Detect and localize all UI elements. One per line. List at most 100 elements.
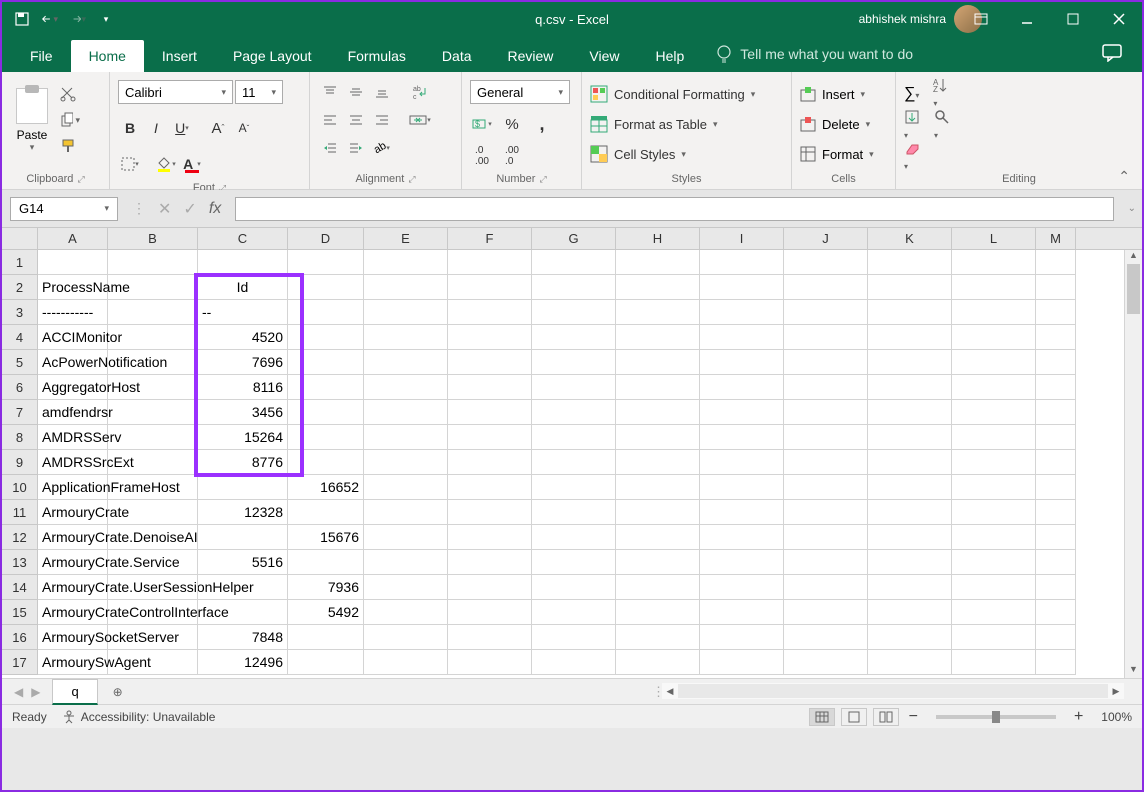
percent-format-icon[interactable]: % — [500, 112, 524, 136]
cell[interactable] — [364, 450, 448, 475]
spreadsheet-grid[interactable]: ABCDEFGHIJKLM 12ProcessNameId3----------… — [2, 228, 1142, 678]
cell[interactable] — [616, 400, 700, 425]
cell[interactable] — [616, 475, 700, 500]
prev-sheet-icon[interactable]: ◀ — [14, 685, 23, 699]
cell[interactable] — [448, 425, 532, 450]
tab-help[interactable]: Help — [638, 40, 703, 72]
autosum-icon[interactable]: ∑▾ — [904, 85, 919, 103]
scroll-up-icon[interactable]: ▲ — [1125, 250, 1142, 264]
row-header[interactable]: 10 — [2, 475, 38, 500]
cell[interactable] — [108, 575, 198, 600]
cell[interactable] — [616, 525, 700, 550]
bold-button[interactable]: B — [118, 116, 142, 140]
cell[interactable]: ArmouryCrate.UserSessionHelper — [38, 575, 108, 600]
align-right-icon[interactable] — [370, 108, 394, 132]
cell[interactable] — [108, 400, 198, 425]
row-header[interactable]: 7 — [2, 400, 38, 425]
cell[interactable]: -- — [198, 300, 288, 325]
horizontal-scrollbar[interactable]: ◀ ▶ — [662, 683, 1124, 699]
redo-icon[interactable]: ▾ — [70, 11, 86, 27]
decrease-indent-icon[interactable] — [318, 136, 342, 160]
cell[interactable] — [868, 425, 952, 450]
cell[interactable] — [108, 350, 198, 375]
cell[interactable] — [108, 550, 198, 575]
borders-icon[interactable]: ▾ — [118, 152, 142, 176]
column-header[interactable]: A — [38, 228, 108, 249]
enter-icon[interactable]: ✓ — [183, 199, 196, 219]
cell[interactable] — [108, 625, 198, 650]
cell[interactable] — [1036, 275, 1076, 300]
cell[interactable] — [532, 625, 616, 650]
increase-indent-icon[interactable] — [344, 136, 368, 160]
cell[interactable] — [288, 325, 364, 350]
maximize-icon[interactable] — [1050, 2, 1096, 36]
fill-color-icon[interactable]: ▾ — [154, 152, 178, 176]
cell[interactable]: 3456 — [198, 400, 288, 425]
close-icon[interactable] — [1096, 2, 1142, 36]
cell[interactable] — [784, 425, 868, 450]
ribbon-display-icon[interactable] — [958, 2, 1004, 36]
number-format-selector[interactable]: General▾ — [470, 80, 570, 104]
cell[interactable] — [952, 550, 1036, 575]
cell[interactable]: 7848 — [198, 625, 288, 650]
cell[interactable] — [868, 525, 952, 550]
cell[interactable]: AcPowerNotification — [38, 350, 108, 375]
cell[interactable] — [616, 350, 700, 375]
comma-format-icon[interactable]: , — [530, 112, 554, 136]
cell[interactable] — [868, 300, 952, 325]
row-header[interactable]: 3 — [2, 300, 38, 325]
cell[interactable] — [448, 625, 532, 650]
font-color-icon[interactable]: A▾ — [180, 152, 204, 176]
scroll-right-icon[interactable]: ▶ — [1108, 686, 1124, 697]
add-sheet-icon[interactable]: ⊕ — [106, 680, 130, 704]
cell[interactable] — [364, 300, 448, 325]
cell[interactable] — [1036, 600, 1076, 625]
qat-customize-icon[interactable]: ▾ — [98, 11, 114, 27]
cell[interactable] — [616, 275, 700, 300]
cell[interactable] — [364, 375, 448, 400]
cell[interactable]: amdfendrsr — [38, 400, 108, 425]
cell[interactable] — [108, 500, 198, 525]
cell[interactable]: AMDRSServ — [38, 425, 108, 450]
cell[interactable] — [1036, 625, 1076, 650]
cell[interactable] — [868, 400, 952, 425]
cell[interactable] — [364, 350, 448, 375]
cell[interactable] — [532, 275, 616, 300]
increase-decimal-icon[interactable]: .0.00 — [470, 144, 494, 168]
conditional-formatting-button[interactable]: Conditional Formatting▾ — [590, 80, 755, 108]
cell[interactable] — [868, 350, 952, 375]
cell[interactable] — [700, 325, 784, 350]
cell[interactable] — [448, 350, 532, 375]
cell[interactable] — [108, 375, 198, 400]
column-header[interactable]: H — [616, 228, 700, 249]
cell[interactable] — [108, 275, 198, 300]
cell[interactable]: 15676 — [288, 525, 364, 550]
save-icon[interactable] — [14, 11, 30, 27]
cell[interactable] — [700, 375, 784, 400]
cell[interactable] — [448, 250, 532, 275]
row-header[interactable]: 13 — [2, 550, 38, 575]
cell[interactable] — [868, 450, 952, 475]
cell[interactable] — [364, 425, 448, 450]
cell[interactable] — [532, 300, 616, 325]
cell[interactable]: 15264 — [198, 425, 288, 450]
cell[interactable] — [868, 500, 952, 525]
next-sheet-icon[interactable]: ▶ — [31, 685, 40, 699]
cell[interactable]: 5516 — [198, 550, 288, 575]
column-header[interactable]: M — [1036, 228, 1076, 249]
page-layout-view-icon[interactable] — [841, 708, 867, 726]
cell[interactable] — [1036, 650, 1076, 675]
row-header[interactable]: 12 — [2, 525, 38, 550]
cell[interactable]: Id — [198, 275, 288, 300]
cell[interactable] — [784, 250, 868, 275]
align-top-icon[interactable] — [318, 80, 342, 104]
scroll-down-icon[interactable]: ▼ — [1125, 664, 1142, 678]
cell[interactable] — [198, 250, 288, 275]
cell[interactable] — [108, 475, 198, 500]
cell[interactable] — [364, 625, 448, 650]
cell[interactable] — [448, 575, 532, 600]
cell[interactable]: 5492 — [288, 600, 364, 625]
cell[interactable] — [616, 250, 700, 275]
cell[interactable] — [616, 600, 700, 625]
cell[interactable] — [700, 500, 784, 525]
